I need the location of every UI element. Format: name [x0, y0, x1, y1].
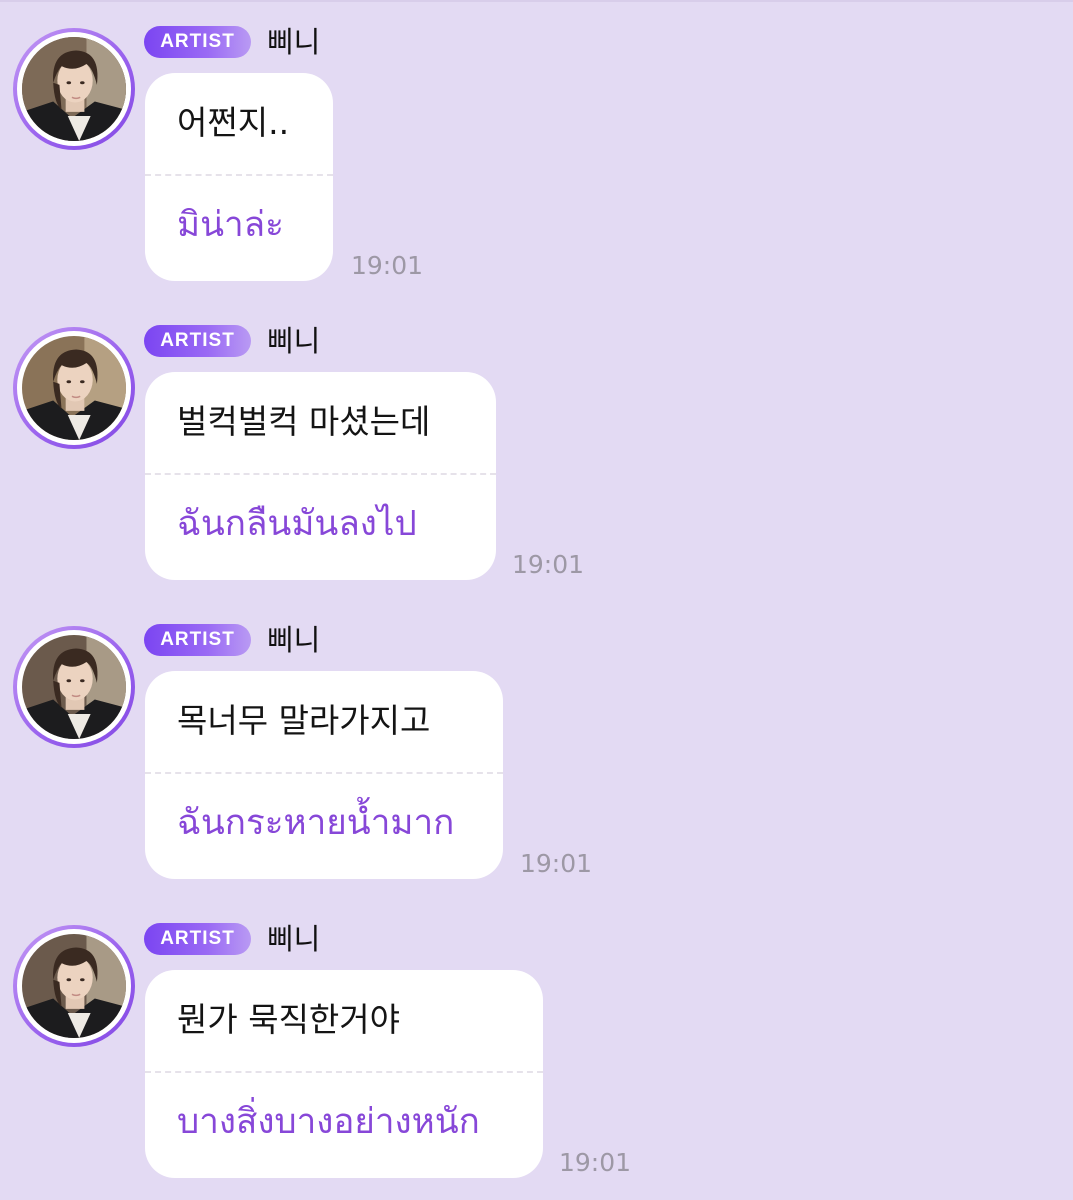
message-bubble[interactable]: 벌컥벌컥 마셨는데 ฉันกลืนมันลงไป [145, 372, 496, 580]
timestamp: 19:01 [559, 1148, 632, 1177]
timestamp: 19:01 [351, 251, 424, 280]
chat-message: ARTIST 삐니 목너무 말라가지고 ฉันกระหายน้ำมาก 19:0… [0, 598, 1073, 879]
avatar-photo-icon [22, 934, 126, 1038]
avatar[interactable] [13, 925, 135, 1047]
sender-name: 삐니 [267, 25, 321, 59]
avatar[interactable] [13, 28, 135, 150]
original-text: 어쩐지.. [177, 103, 290, 142]
message-bubble[interactable]: 목너무 말라가지고 ฉันกระหายน้ำมาก [145, 671, 503, 879]
timestamp: 19:01 [512, 550, 585, 579]
avatar-photo-icon [22, 37, 126, 141]
sender-name: 삐니 [267, 324, 321, 358]
avatar[interactable] [13, 626, 135, 748]
avatar[interactable] [13, 327, 135, 449]
translated-text: ฉันกลืนมันลงไป [177, 504, 417, 544]
bubble-divider [145, 1071, 543, 1073]
artist-badge: ARTIST [144, 923, 251, 955]
chat-message: ARTIST 삐니 어쩐지.. มิน่าล่ะ 19:01 [0, 0, 1073, 281]
original-text: 뭔가 묵직한거야 [177, 1000, 401, 1039]
original-text: 벌컥벌컥 마셨는데 [177, 402, 431, 441]
bubble-divider [145, 174, 333, 176]
original-text: 목너무 말라가지고 [177, 701, 431, 740]
artist-badge: ARTIST [144, 325, 251, 357]
artist-badge: ARTIST [144, 624, 251, 656]
message-bubble[interactable]: 어쩐지.. มิน่าล่ะ [145, 73, 333, 281]
chat-message: ARTIST 삐니 벌컥벌컥 마셨는데 ฉันกลืนมันลงไป 19:01 [0, 299, 1073, 580]
artist-badge: ARTIST [144, 26, 251, 58]
avatar-photo-icon [22, 336, 126, 440]
sender-name: 삐니 [267, 623, 321, 657]
translated-text: บางสิ่งบางอย่างหนัก [177, 1102, 480, 1142]
bubble-divider [145, 473, 496, 475]
bubble-divider [145, 772, 503, 774]
avatar-photo-icon [22, 635, 126, 739]
sender-name: 삐니 [267, 922, 321, 956]
translated-text: ฉันกระหายน้ำมาก [177, 803, 455, 843]
message-bubble[interactable]: 뭔가 묵직한거야 บางสิ่งบางอย่างหนัก [145, 970, 543, 1178]
translated-text: มิน่าล่ะ [177, 205, 284, 245]
chat-message: ARTIST 삐니 뭔가 묵직한거야 บางสิ่งบางอย่างหนัก 1… [0, 897, 1073, 1178]
timestamp: 19:01 [520, 849, 593, 878]
